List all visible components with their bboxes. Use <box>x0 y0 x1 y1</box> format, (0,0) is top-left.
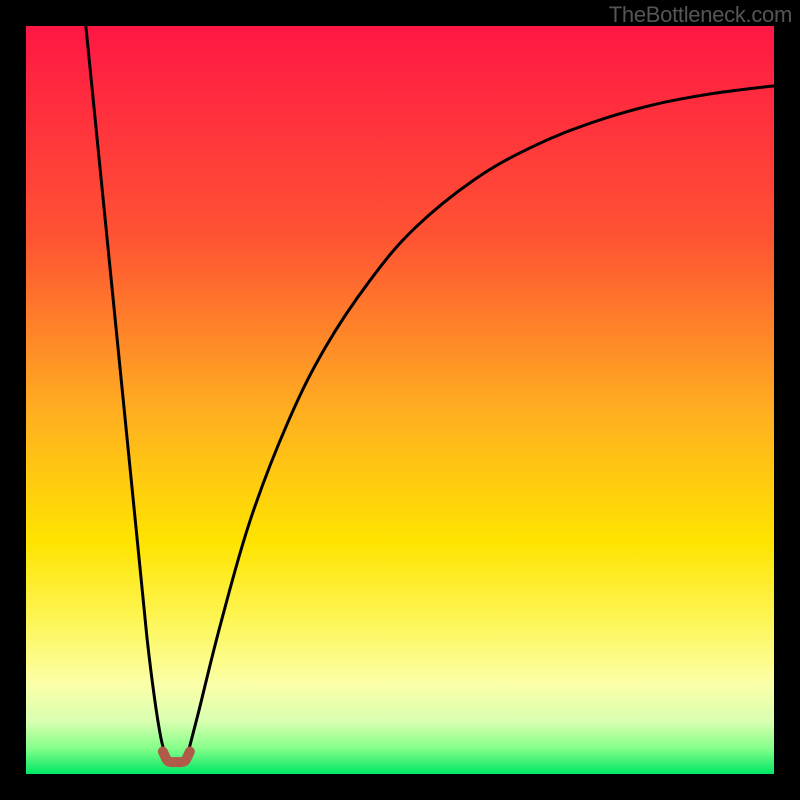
chart-svg <box>26 26 774 774</box>
gradient-background <box>26 26 774 774</box>
chart-frame: TheBottleneck.com <box>0 0 800 800</box>
attribution-text: TheBottleneck.com <box>609 2 792 28</box>
plot-area <box>26 26 774 774</box>
